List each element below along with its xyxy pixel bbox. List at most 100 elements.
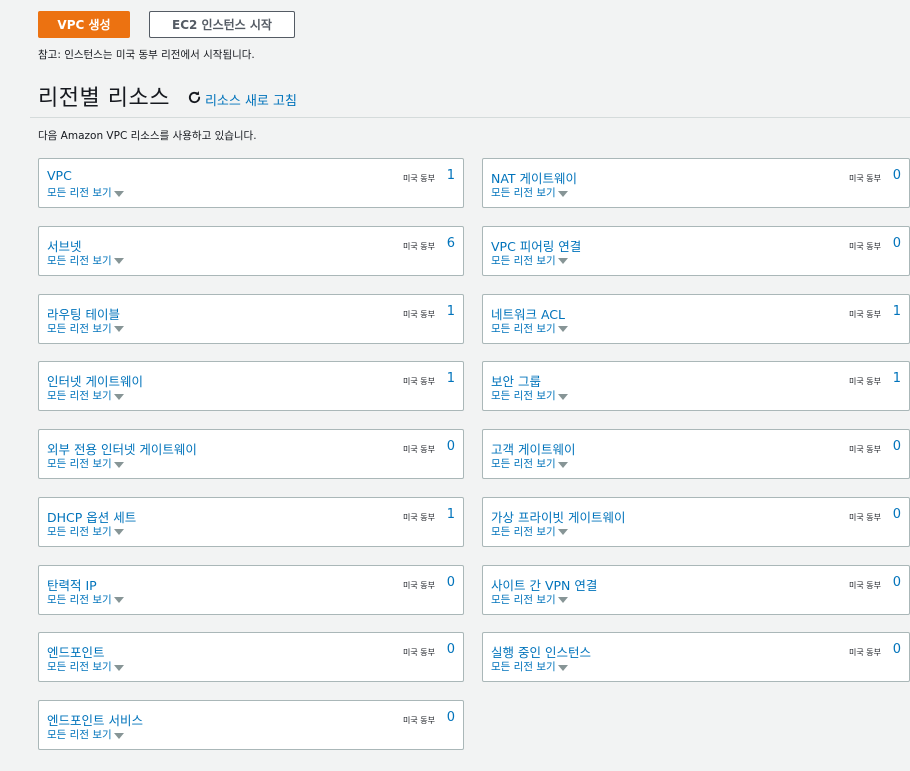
- resource-card: DHCP 옵션 세트 모든 리전 보기 미국 동부 1: [38, 496, 464, 547]
- resource-count-link[interactable]: 0: [893, 575, 901, 590]
- view-all-regions-label[interactable]: 모든 리전 보기: [47, 524, 112, 539]
- view-all-regions-label[interactable]: 모든 리전 보기: [491, 659, 556, 674]
- caret-down-icon: [113, 326, 124, 332]
- resource-count-link[interactable]: 1: [893, 304, 901, 319]
- view-all-regions-label[interactable]: 모든 리전 보기: [47, 456, 112, 471]
- action-buttons: VPC 생성 EC2 인스턴스 시작: [38, 11, 295, 38]
- view-all-regions-toggle[interactable]: 모든 리전 보기: [47, 388, 124, 403]
- view-all-regions-toggle[interactable]: 모든 리전 보기: [491, 659, 568, 674]
- resource-count-link[interactable]: 0: [893, 507, 901, 522]
- resource-region-label: 미국 동부: [849, 377, 881, 387]
- resource-region-label: 미국 동부: [849, 309, 881, 319]
- resource-count-link[interactable]: 1: [447, 507, 455, 522]
- view-all-regions-label[interactable]: 모든 리전 보기: [491, 321, 556, 336]
- view-all-regions-toggle[interactable]: 모든 리전 보기: [47, 524, 124, 539]
- caret-down-icon: [557, 258, 568, 265]
- view-all-regions-label[interactable]: 모든 리전 보기: [47, 592, 112, 607]
- view-all-regions-toggle[interactable]: 모든 리전 보기: [491, 388, 568, 403]
- view-all-regions-label[interactable]: 모든 리전 보기: [47, 253, 112, 268]
- caret-down-icon: [557, 597, 568, 603]
- resource-count-link[interactable]: 6: [447, 236, 455, 251]
- section-title: 리전별 리소스: [38, 86, 170, 111]
- resource-count-link[interactable]: 0: [447, 575, 455, 590]
- resource-count-link[interactable]: 1: [893, 371, 901, 386]
- resource-card: 고객 게이트웨이 모든 리전 보기 미국 동부 0: [482, 429, 910, 479]
- resource-region-label: 미국 동부: [403, 716, 435, 725]
- caret-down-icon: [113, 461, 124, 468]
- caret-down-icon: [557, 326, 568, 332]
- create-vpc-button[interactable]: VPC 생성: [38, 11, 130, 38]
- view-all-regions-label[interactable]: 모든 리전 보기: [491, 592, 556, 607]
- resource-region-label: 미국 동부: [849, 174, 881, 183]
- resource-region-label: 미국 동부: [403, 174, 435, 183]
- view-all-regions-toggle[interactable]: 모든 리전 보기: [47, 321, 124, 336]
- refresh-label[interactable]: 리소스 새로 고침: [205, 90, 297, 109]
- resource-count-link[interactable]: 0: [447, 439, 455, 454]
- caret-down-icon: [557, 664, 568, 671]
- caret-down-icon: [557, 393, 568, 400]
- view-all-regions-label[interactable]: 모든 리전 보기: [491, 456, 556, 471]
- resource-card: 외부 전용 인터넷 게이트웨이 모든 리전 보기 미국 동부 0: [38, 429, 464, 479]
- view-all-regions-label[interactable]: 모든 리전 보기: [491, 185, 556, 200]
- view-all-regions-label[interactable]: 모든 리전 보기: [47, 321, 112, 336]
- view-all-regions-toggle[interactable]: 모든 리전 보기: [47, 592, 124, 607]
- resource-card: 탄력적 IP 모든 리전 보기 미국 동부 0: [38, 564, 464, 615]
- view-all-regions-label[interactable]: 모든 리전 보기: [47, 185, 112, 200]
- view-all-regions-toggle[interactable]: 모든 리전 보기: [491, 185, 568, 200]
- caret-down-icon: [557, 190, 568, 197]
- resource-count-link[interactable]: 0: [893, 236, 901, 251]
- resource-card: 엔드포인트 모든 리전 보기 미국 동부 0: [38, 632, 464, 683]
- view-all-regions-toggle[interactable]: 모든 리전 보기: [491, 524, 568, 539]
- resource-region-label: 미국 동부: [849, 580, 881, 590]
- caret-down-icon: [557, 529, 568, 536]
- resource-grid: VPC 모든 리전 보기 미국 동부 1 NAT 게이트웨이 모든 리전 보기 미국 동부 0…: [38, 158, 910, 750]
- caret-down-icon: [113, 393, 124, 400]
- launch-ec2-instance-button[interactable]: EC2 인스턴스 시작: [149, 11, 295, 38]
- resource-region-label: 미국 동부: [403, 648, 435, 658]
- caret-down-icon: [113, 258, 124, 265]
- view-all-regions-label[interactable]: 모든 리전 보기: [47, 659, 112, 674]
- refresh-resources-link[interactable]: 리소스 새로 고침: [187, 90, 297, 109]
- caret-down-icon: [557, 461, 568, 468]
- resource-region-label: 미국 동부: [849, 445, 881, 454]
- view-all-regions-label[interactable]: 모든 리전 보기: [47, 727, 112, 742]
- resource-card: 사이트 간 VPN 연결 모든 리전 보기 미국 동부 0: [482, 564, 910, 615]
- view-all-regions-label[interactable]: 모든 리전 보기: [47, 388, 112, 403]
- caret-down-icon: [113, 597, 124, 603]
- resource-count-link[interactable]: 0: [893, 168, 901, 183]
- resource-count-link[interactable]: 0: [893, 642, 901, 657]
- resource-card: VPC 피어링 연결 모든 리전 보기 미국 동부 0: [482, 225, 910, 276]
- view-all-regions-toggle[interactable]: 모든 리전 보기: [491, 456, 568, 471]
- resource-region-label: 미국 동부: [403, 309, 435, 319]
- view-all-regions-toggle[interactable]: 모든 리전 보기: [47, 456, 124, 471]
- resource-count-link[interactable]: 1: [447, 304, 455, 319]
- view-all-regions-toggle[interactable]: 모든 리전 보기: [491, 592, 568, 607]
- resource-count-link[interactable]: 0: [893, 439, 901, 454]
- view-all-regions-label[interactable]: 모든 리전 보기: [491, 524, 556, 539]
- resource-count-link[interactable]: 1: [447, 168, 455, 183]
- view-all-regions-toggle[interactable]: 모든 리전 보기: [47, 659, 124, 674]
- view-all-regions-toggle[interactable]: 모든 리전 보기: [491, 253, 568, 268]
- resource-card: 엔드포인트 서비스 모든 리전 보기 미국 동부 0: [38, 700, 464, 750]
- resource-region-label: 미국 동부: [403, 580, 435, 590]
- view-all-regions-toggle[interactable]: 모든 리전 보기: [47, 727, 124, 742]
- resource-count-link[interactable]: 0: [447, 642, 455, 657]
- resource-card: 라우팅 테이블 모든 리전 보기 미국 동부 1: [38, 293, 464, 344]
- resource-card: 서브넷 모든 리전 보기 미국 동부 6: [38, 225, 464, 276]
- view-all-regions-toggle[interactable]: 모든 리전 보기: [491, 321, 568, 336]
- caret-down-icon: [113, 190, 124, 197]
- resource-card: NAT 게이트웨이 모든 리전 보기 미국 동부 0: [482, 158, 910, 208]
- view-all-regions-label[interactable]: 모든 리전 보기: [491, 388, 556, 403]
- resource-region-label: 미국 동부: [403, 512, 435, 522]
- resource-card: 네트워크 ACL 모든 리전 보기 미국 동부 1: [482, 293, 910, 344]
- view-all-regions-label[interactable]: 모든 리전 보기: [491, 253, 556, 268]
- resource-region-label: 미국 동부: [849, 241, 881, 251]
- resource-card: 보안 그룹 모든 리전 보기 미국 동부 1: [482, 361, 910, 412]
- resource-name-link[interactable]: VPC: [47, 168, 72, 183]
- view-all-regions-toggle[interactable]: 모든 리전 보기: [47, 185, 124, 200]
- resource-count-link[interactable]: 1: [447, 371, 455, 386]
- resource-card: 실행 중인 인스턴스 모든 리전 보기 미국 동부 0: [482, 632, 910, 683]
- caret-down-icon: [113, 664, 124, 671]
- view-all-regions-toggle[interactable]: 모든 리전 보기: [47, 253, 124, 268]
- resource-count-link[interactable]: 0: [447, 710, 455, 725]
